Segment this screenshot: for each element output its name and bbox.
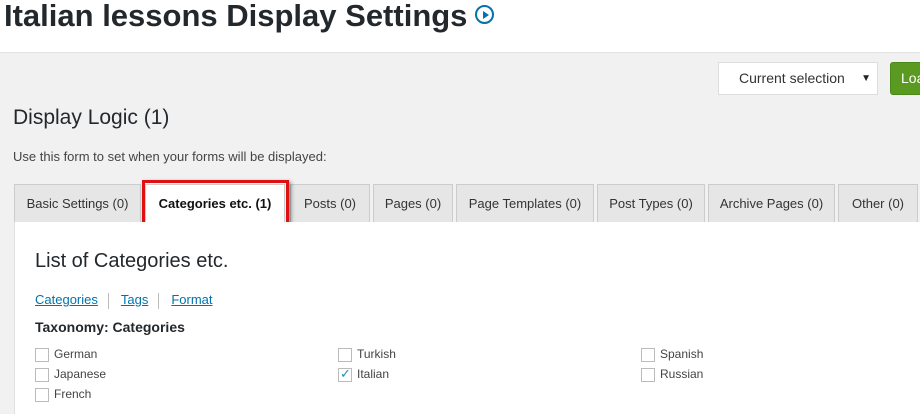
category-label: German [54, 347, 98, 361]
selection-dropdown-value: Current selection [739, 70, 845, 86]
section-description: Use this form to set when your forms wil… [13, 149, 327, 164]
tab-page-templates[interactable]: Page Templates (0) [456, 184, 594, 222]
panel-title: List of Categories etc. [35, 250, 229, 272]
category-label: Spanish [660, 347, 704, 361]
category-label: Italian [357, 367, 390, 381]
taxonomy-subnav: Categories Tags Format [35, 292, 223, 309]
play-circle-icon[interactable] [475, 5, 495, 25]
selection-dropdown[interactable]: Current selection ▼ [718, 62, 878, 95]
taxonomy-title: Taxonomy: Categories [35, 319, 185, 335]
tab-post-types[interactable]: Post Types (0) [597, 184, 705, 222]
tab-posts[interactable]: Posts (0) [290, 184, 370, 222]
category-italian[interactable]: Italian [338, 366, 389, 382]
categories-panel: List of Categories etc. Categories Tags Fo… [14, 222, 920, 414]
page-title-text: Italian lessons Display Settings [4, 0, 468, 33]
category-japanese[interactable]: Japanese [35, 366, 106, 382]
category-turkish[interactable]: Turkish [338, 346, 396, 362]
category-checkbox[interactable] [35, 347, 49, 362]
chevron-down-icon: ▼ [861, 73, 871, 84]
category-checkbox[interactable] [35, 387, 49, 402]
subnav-link-tags[interactable]: Tags [121, 292, 158, 307]
tab-basic-settings[interactable]: Basic Settings (0) [14, 184, 141, 222]
category-checkbox-checked[interactable] [338, 366, 352, 382]
category-label: French [54, 387, 92, 401]
category-spanish[interactable]: Spanish [641, 346, 703, 362]
category-german[interactable]: German [35, 346, 97, 362]
load-button[interactable]: Load [890, 62, 920, 95]
category-russian[interactable]: Russian [641, 366, 703, 382]
subnav-link-format[interactable]: Format [171, 292, 222, 307]
subnav-link-categories[interactable]: Categories [35, 292, 108, 307]
category-checkbox[interactable] [35, 367, 49, 382]
tab-archive-pages[interactable]: Archive Pages (0) [708, 184, 835, 222]
page-header: Italian lessons Display Settings [0, 0, 920, 53]
subnav-divider [158, 292, 160, 309]
page-title: Italian lessons Display Settings [4, 0, 495, 34]
tab-other[interactable]: Other (0) [838, 184, 918, 222]
category-checkbox[interactable] [338, 347, 352, 362]
category-label: Turkish [357, 347, 396, 361]
category-french[interactable]: French [35, 386, 91, 402]
tab-pages[interactable]: Pages (0) [373, 184, 453, 222]
category-checkbox[interactable] [641, 347, 655, 362]
category-label: Russian [660, 367, 704, 381]
category-label: Japanese [54, 367, 107, 381]
section-title: Display Logic (1) [13, 106, 170, 129]
category-checkbox[interactable] [641, 367, 655, 382]
subnav-divider [107, 292, 109, 309]
